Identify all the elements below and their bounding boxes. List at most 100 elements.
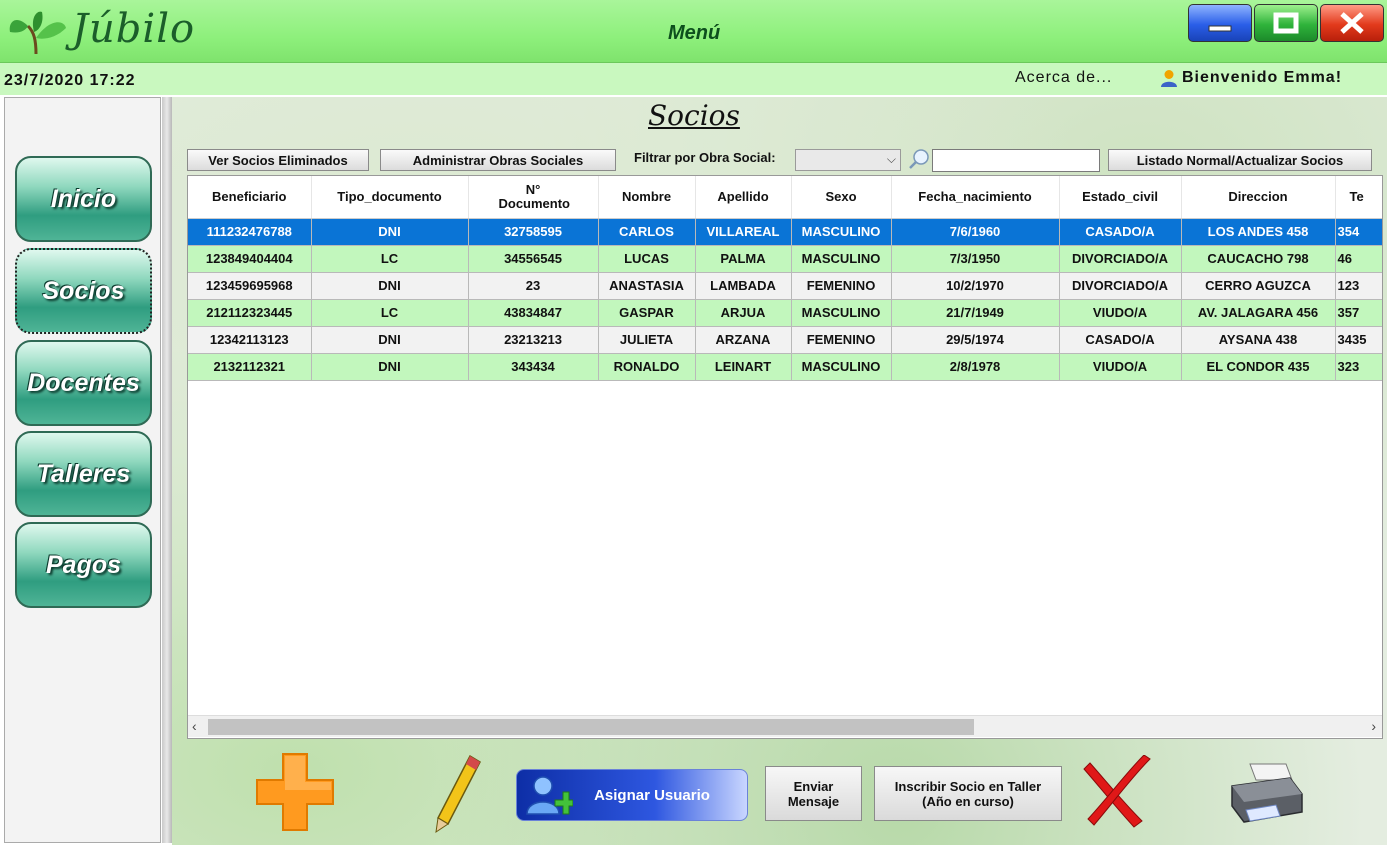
table-cell[interactable]: 43834847 [468, 299, 599, 327]
table-cell[interactable]: 123849404404 [188, 245, 312, 273]
table-cell[interactable]: VIUDO/A [1059, 299, 1182, 327]
column-header[interactable]: Tipo_documento [311, 176, 469, 219]
table-cell[interactable]: CARLOS [598, 218, 696, 246]
edit-pencil-icon[interactable] [430, 752, 486, 834]
maximize-button[interactable] [1254, 4, 1318, 42]
table-cell[interactable]: DNI [311, 272, 469, 300]
table-cell[interactable]: DIVORCIADO/A [1059, 245, 1182, 273]
table-cell[interactable]: ARZANA [695, 326, 792, 354]
search-icon[interactable] [906, 146, 932, 172]
table-cell[interactable]: DNI [311, 353, 469, 381]
table-cell[interactable]: DNI [311, 218, 469, 246]
table-cell[interactable]: DNI [311, 326, 469, 354]
nav-talleres-button[interactable]: Talleres [15, 431, 152, 517]
table-cell[interactable]: 111232476788 [188, 218, 312, 246]
nav-pagos-button[interactable]: Pagos [15, 522, 152, 608]
table-cell[interactable]: LEINART [695, 353, 792, 381]
minimize-button[interactable] [1188, 4, 1252, 42]
table-row[interactable]: 123459695968 DNI 23 ANASTASIA LAMBADA FEMENIN… [188, 272, 1382, 300]
delete-x-icon[interactable] [1078, 755, 1158, 831]
scroll-right-icon[interactable]: › [1371, 718, 1376, 734]
table-cell[interactable]: CAUCACHO 798 [1181, 245, 1336, 273]
table-cell[interactable]: FEMENINO [791, 272, 892, 300]
table-cell[interactable]: ARJUA [695, 299, 792, 327]
table-cell[interactable]: 2132112321 [188, 353, 312, 381]
column-header[interactable]: Direccion [1181, 176, 1336, 219]
search-input[interactable] [932, 149, 1100, 172]
table-cell[interactable]: 7/6/1960 [891, 218, 1060, 246]
column-header[interactable]: Te [1335, 176, 1382, 219]
insurance-filter-select[interactable]: ⌵ [795, 149, 901, 171]
assign-user-button[interactable]: Asignar Usuario [516, 769, 748, 821]
table-cell[interactable]: RONALDO [598, 353, 696, 381]
table-cell[interactable]: 10/2/1970 [891, 272, 1060, 300]
nav-docentes-button[interactable]: Docentes [15, 340, 152, 426]
column-header[interactable]: Apellido [695, 176, 792, 219]
table-cell[interactable]: MASCULINO [791, 245, 892, 273]
close-button[interactable] [1320, 4, 1384, 42]
table-cell[interactable]: 23 [468, 272, 599, 300]
table-cell[interactable]: VIUDO/A [1059, 353, 1182, 381]
deleted-members-button[interactable]: Ver Socios Eliminados [187, 149, 369, 171]
nav-inicio-button[interactable]: Inicio [15, 156, 152, 242]
column-header[interactable]: Fecha_nacimiento [891, 176, 1060, 219]
table-cell[interactable]: MASCULINO [791, 218, 892, 246]
table-cell[interactable]: 46 [1335, 245, 1382, 273]
column-header[interactable]: Sexo [791, 176, 892, 219]
table-cell[interactable]: LAMBADA [695, 272, 792, 300]
column-header[interactable]: Nombre [598, 176, 696, 219]
table-cell[interactable]: 34556545 [468, 245, 599, 273]
manage-insurance-button[interactable]: Administrar Obras Sociales [380, 149, 616, 171]
enroll-workshop-button[interactable]: Inscribir Socio en Taller (Año en curso) [874, 766, 1062, 821]
table-cell[interactable]: CERRO AGUZCA [1181, 272, 1336, 300]
table-cell[interactable]: LUCAS [598, 245, 696, 273]
table-cell[interactable]: ANASTASIA [598, 272, 696, 300]
table-cell[interactable]: 32758595 [468, 218, 599, 246]
table-cell[interactable]: 3435 [1335, 326, 1382, 354]
nav-socios-button[interactable]: Socios [15, 248, 152, 334]
table-row[interactable]: 111232476788 DNI 32758595 CARLOS VILLAREAL MA… [188, 218, 1382, 246]
splitter[interactable] [162, 97, 172, 843]
column-header[interactable]: Estado_civil [1059, 176, 1182, 219]
table-cell[interactable]: MASCULINO [791, 299, 892, 327]
scroll-left-icon[interactable]: ‹ [192, 718, 197, 734]
table-cell[interactable]: AV. JALAGARA 456 [1181, 299, 1336, 327]
column-header[interactable]: Beneficiario [188, 176, 312, 219]
table-cell[interactable]: 212112323445 [188, 299, 312, 327]
table-cell[interactable]: CASADO/A [1059, 218, 1182, 246]
table-cell[interactable]: 123459695968 [188, 272, 312, 300]
table-cell[interactable]: 357 [1335, 299, 1382, 327]
table-cell[interactable]: GASPAR [598, 299, 696, 327]
table-cell[interactable]: LC [311, 245, 469, 273]
members-table[interactable]: Beneficiario Tipo_documento N° Documento… [187, 175, 1383, 739]
table-cell[interactable]: 354 [1335, 218, 1382, 246]
table-row[interactable]: 212112323445 LC 43834847 GASPAR ARJUA MASCULI… [188, 299, 1382, 327]
table-cell[interactable]: 23213213 [468, 326, 599, 354]
table-cell[interactable]: DIVORCIADO/A [1059, 272, 1182, 300]
table-row[interactable]: 12342113123 DNI 23213213 JULIETA ARZANA FEMEN… [188, 326, 1382, 354]
table-cell[interactable]: 343434 [468, 353, 599, 381]
table-cell[interactable]: 323 [1335, 353, 1382, 381]
table-cell[interactable]: 12342113123 [188, 326, 312, 354]
table-cell[interactable]: MASCULINO [791, 353, 892, 381]
table-cell[interactable]: 123 [1335, 272, 1382, 300]
table-cell[interactable]: 7/3/1950 [891, 245, 1060, 273]
table-cell[interactable]: LC [311, 299, 469, 327]
table-row[interactable]: 2132112321 DNI 343434 RONALDO LEINART MASCULI… [188, 353, 1382, 381]
refresh-list-button[interactable]: Listado Normal/Actualizar Socios [1108, 149, 1372, 171]
table-row[interactable]: 123849404404 LC 34556545 LUCAS PALMA MASCULIN… [188, 245, 1382, 273]
add-icon[interactable] [253, 750, 337, 834]
horizontal-scrollbar[interactable]: ‹ › [188, 715, 1382, 737]
table-cell[interactable]: JULIETA [598, 326, 696, 354]
table-cell[interactable]: CASADO/A [1059, 326, 1182, 354]
table-cell[interactable]: EL CONDOR 435 [1181, 353, 1336, 381]
column-header[interactable]: N° Documento [468, 176, 599, 219]
table-cell[interactable]: AYSANA 438 [1181, 326, 1336, 354]
table-cell[interactable]: LOS ANDES 458 [1181, 218, 1336, 246]
printer-icon[interactable] [1226, 760, 1306, 828]
table-cell[interactable]: 29/5/1974 [891, 326, 1060, 354]
table-cell[interactable]: VILLAREAL [695, 218, 792, 246]
table-cell[interactable]: 2/8/1978 [891, 353, 1060, 381]
send-message-button[interactable]: Enviar Mensaje [765, 766, 862, 821]
table-cell[interactable]: PALMA [695, 245, 792, 273]
